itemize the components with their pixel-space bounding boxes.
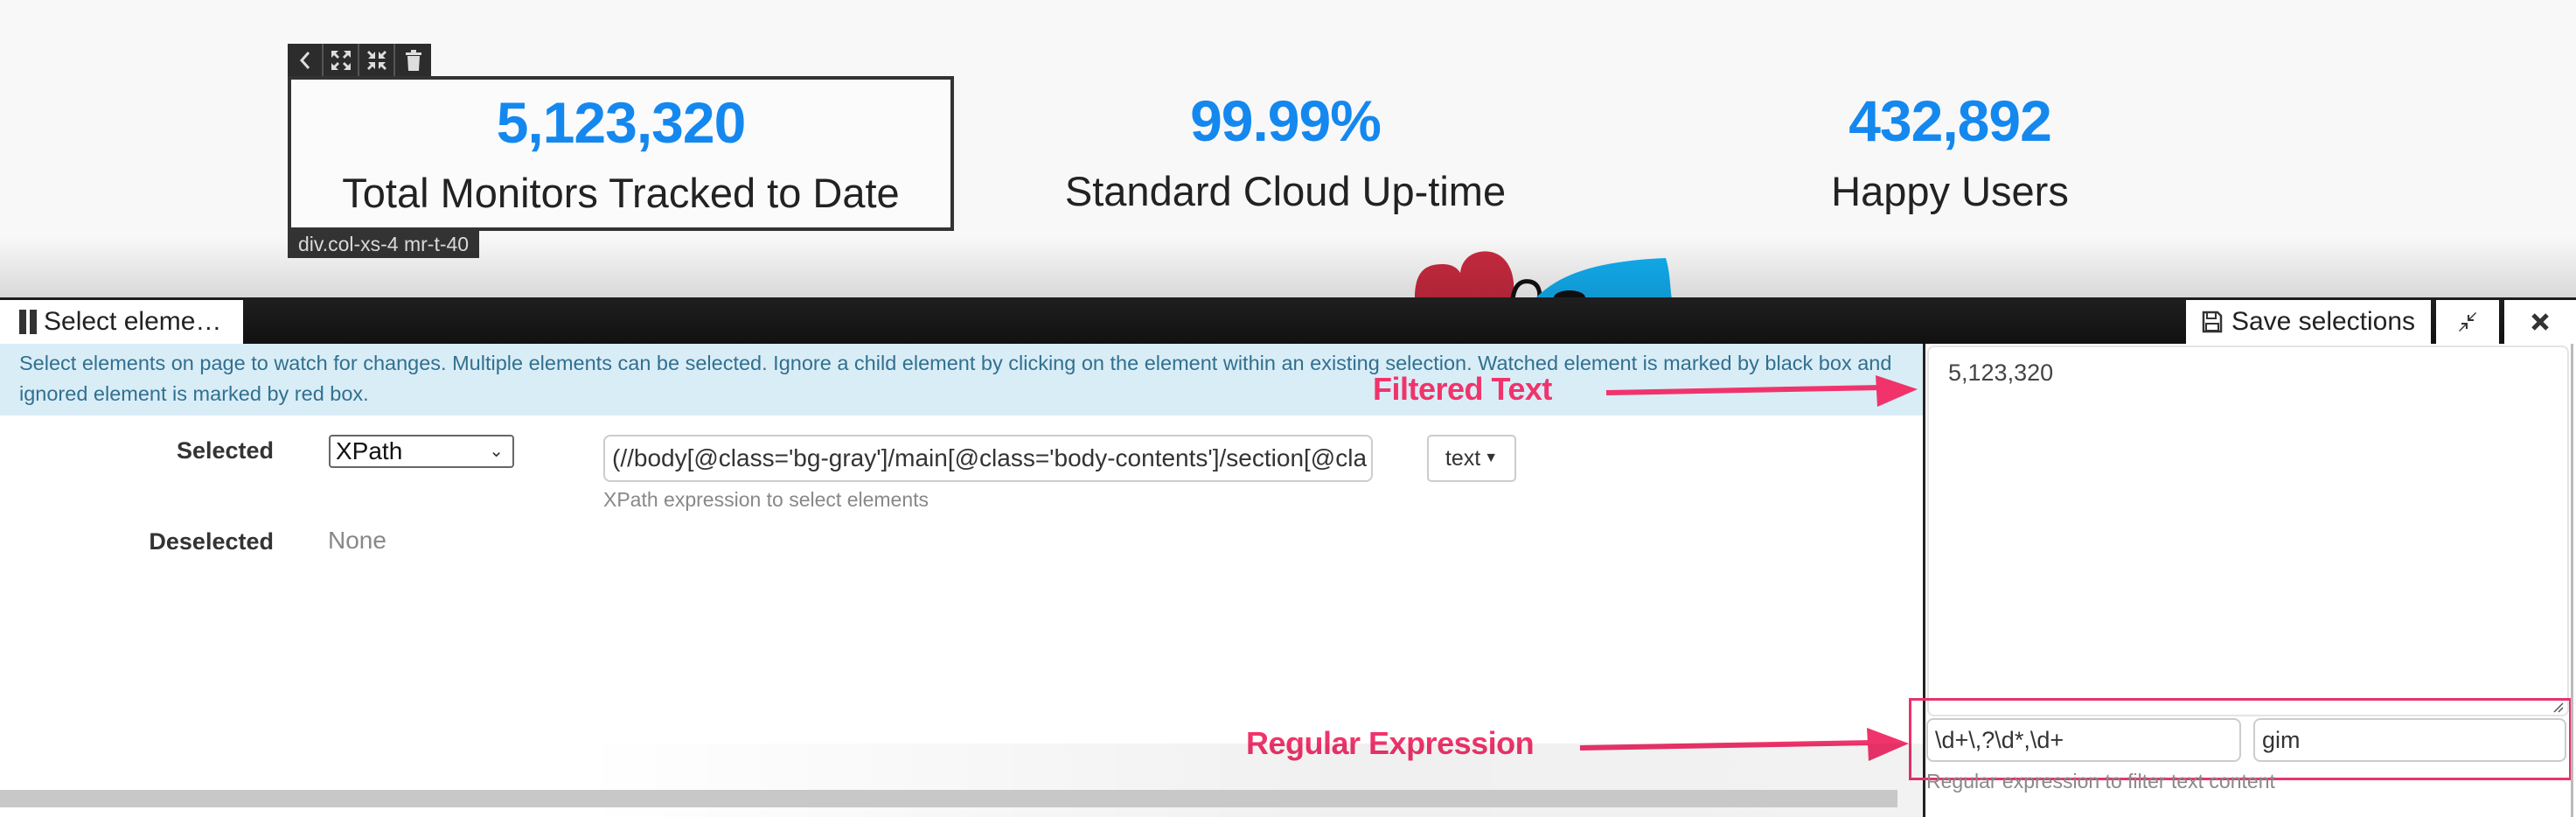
select-elements-tab[interactable]: Select eleme… [0,300,243,344]
deselected-value: None [328,527,386,554]
stat-label: Total Monitors Tracked to Date [342,170,900,216]
trash-icon[interactable] [395,44,431,76]
xpath-help-text: XPath expression to select elements [603,488,929,511]
chevron-down-icon: ⌄ [489,442,504,461]
panel-toolbar: Select eleme… Save selections [0,297,2576,344]
regex-pattern-input[interactable]: \d+\,?\d*,\d+ [1926,718,2241,762]
panel-right-border [2571,344,2573,817]
expand-icon[interactable] [324,44,359,76]
close-icon [2531,313,2549,331]
element-tag-label: div.col-xs-4 mr-t-40 [288,231,480,258]
chevron-left-icon[interactable] [288,44,324,76]
stat-happy-users: 432,892 Happy Users [1617,76,2283,212]
heart-cloud-logo [1408,245,1679,297]
stat-value: 99.99% [1190,88,1382,153]
stat-cloud-uptime: 99.99% Standard Cloud Up-time [952,76,1619,212]
save-selections-label: Save selections [2231,307,2416,336]
stat-label: Standard Cloud Up-time [1064,168,1507,214]
content-type-label: text [1445,445,1481,471]
selector-type-value: XPath [336,437,403,464]
close-panel-button[interactable] [2504,300,2576,344]
annotation-arrow-regex [1579,728,1909,761]
filtered-text-output[interactable]: 5,123,320 [1927,346,2569,716]
save-selections-button[interactable]: Save selections [2186,300,2431,344]
compress-panel-button[interactable] [2436,300,2499,344]
compress-icon [2459,312,2476,332]
compress-icon[interactable] [359,44,395,76]
content-type-dropdown[interactable]: text ▼ [1427,435,1516,482]
annotation-arrow-filtered [1605,375,1918,407]
stat-value: 432,892 [1848,88,2052,153]
stat-total-monitors[interactable]: 5,123,320 Total Monitors Tracked to Date [288,76,954,231]
horizontal-scrollbar[interactable] [0,790,1897,807]
element-toolbar [288,44,431,76]
pause-icon [19,310,37,334]
caret-down-icon: ▼ [1484,450,1499,465]
stat-label: Happy Users [1831,168,2069,214]
regex-help-text: Regular expression to filter text conten… [1926,770,2275,793]
selector-panel: Select eleme… Save selections Select ele… [0,297,2576,817]
stat-value: 5,123,320 [496,90,747,155]
regex-flags-input[interactable]: gim [2253,718,2566,762]
annotation-filtered-text: Filtered Text [1373,371,1552,407]
filtered-text-value: 5,123,320 [1948,360,2054,386]
floppy-disk-icon [2202,311,2223,333]
selected-label: Selected [176,437,274,464]
select-elements-label: Select eleme… [44,307,222,336]
selector-type-select[interactable]: XPath ⌄ [329,435,514,468]
xpath-expression-input[interactable]: (//body[@class='bg-gray']/main[@class='b… [603,435,1373,482]
deselected-label: Deselected [149,528,274,555]
annotation-regular-expression: Regular Expression [1246,725,1535,761]
